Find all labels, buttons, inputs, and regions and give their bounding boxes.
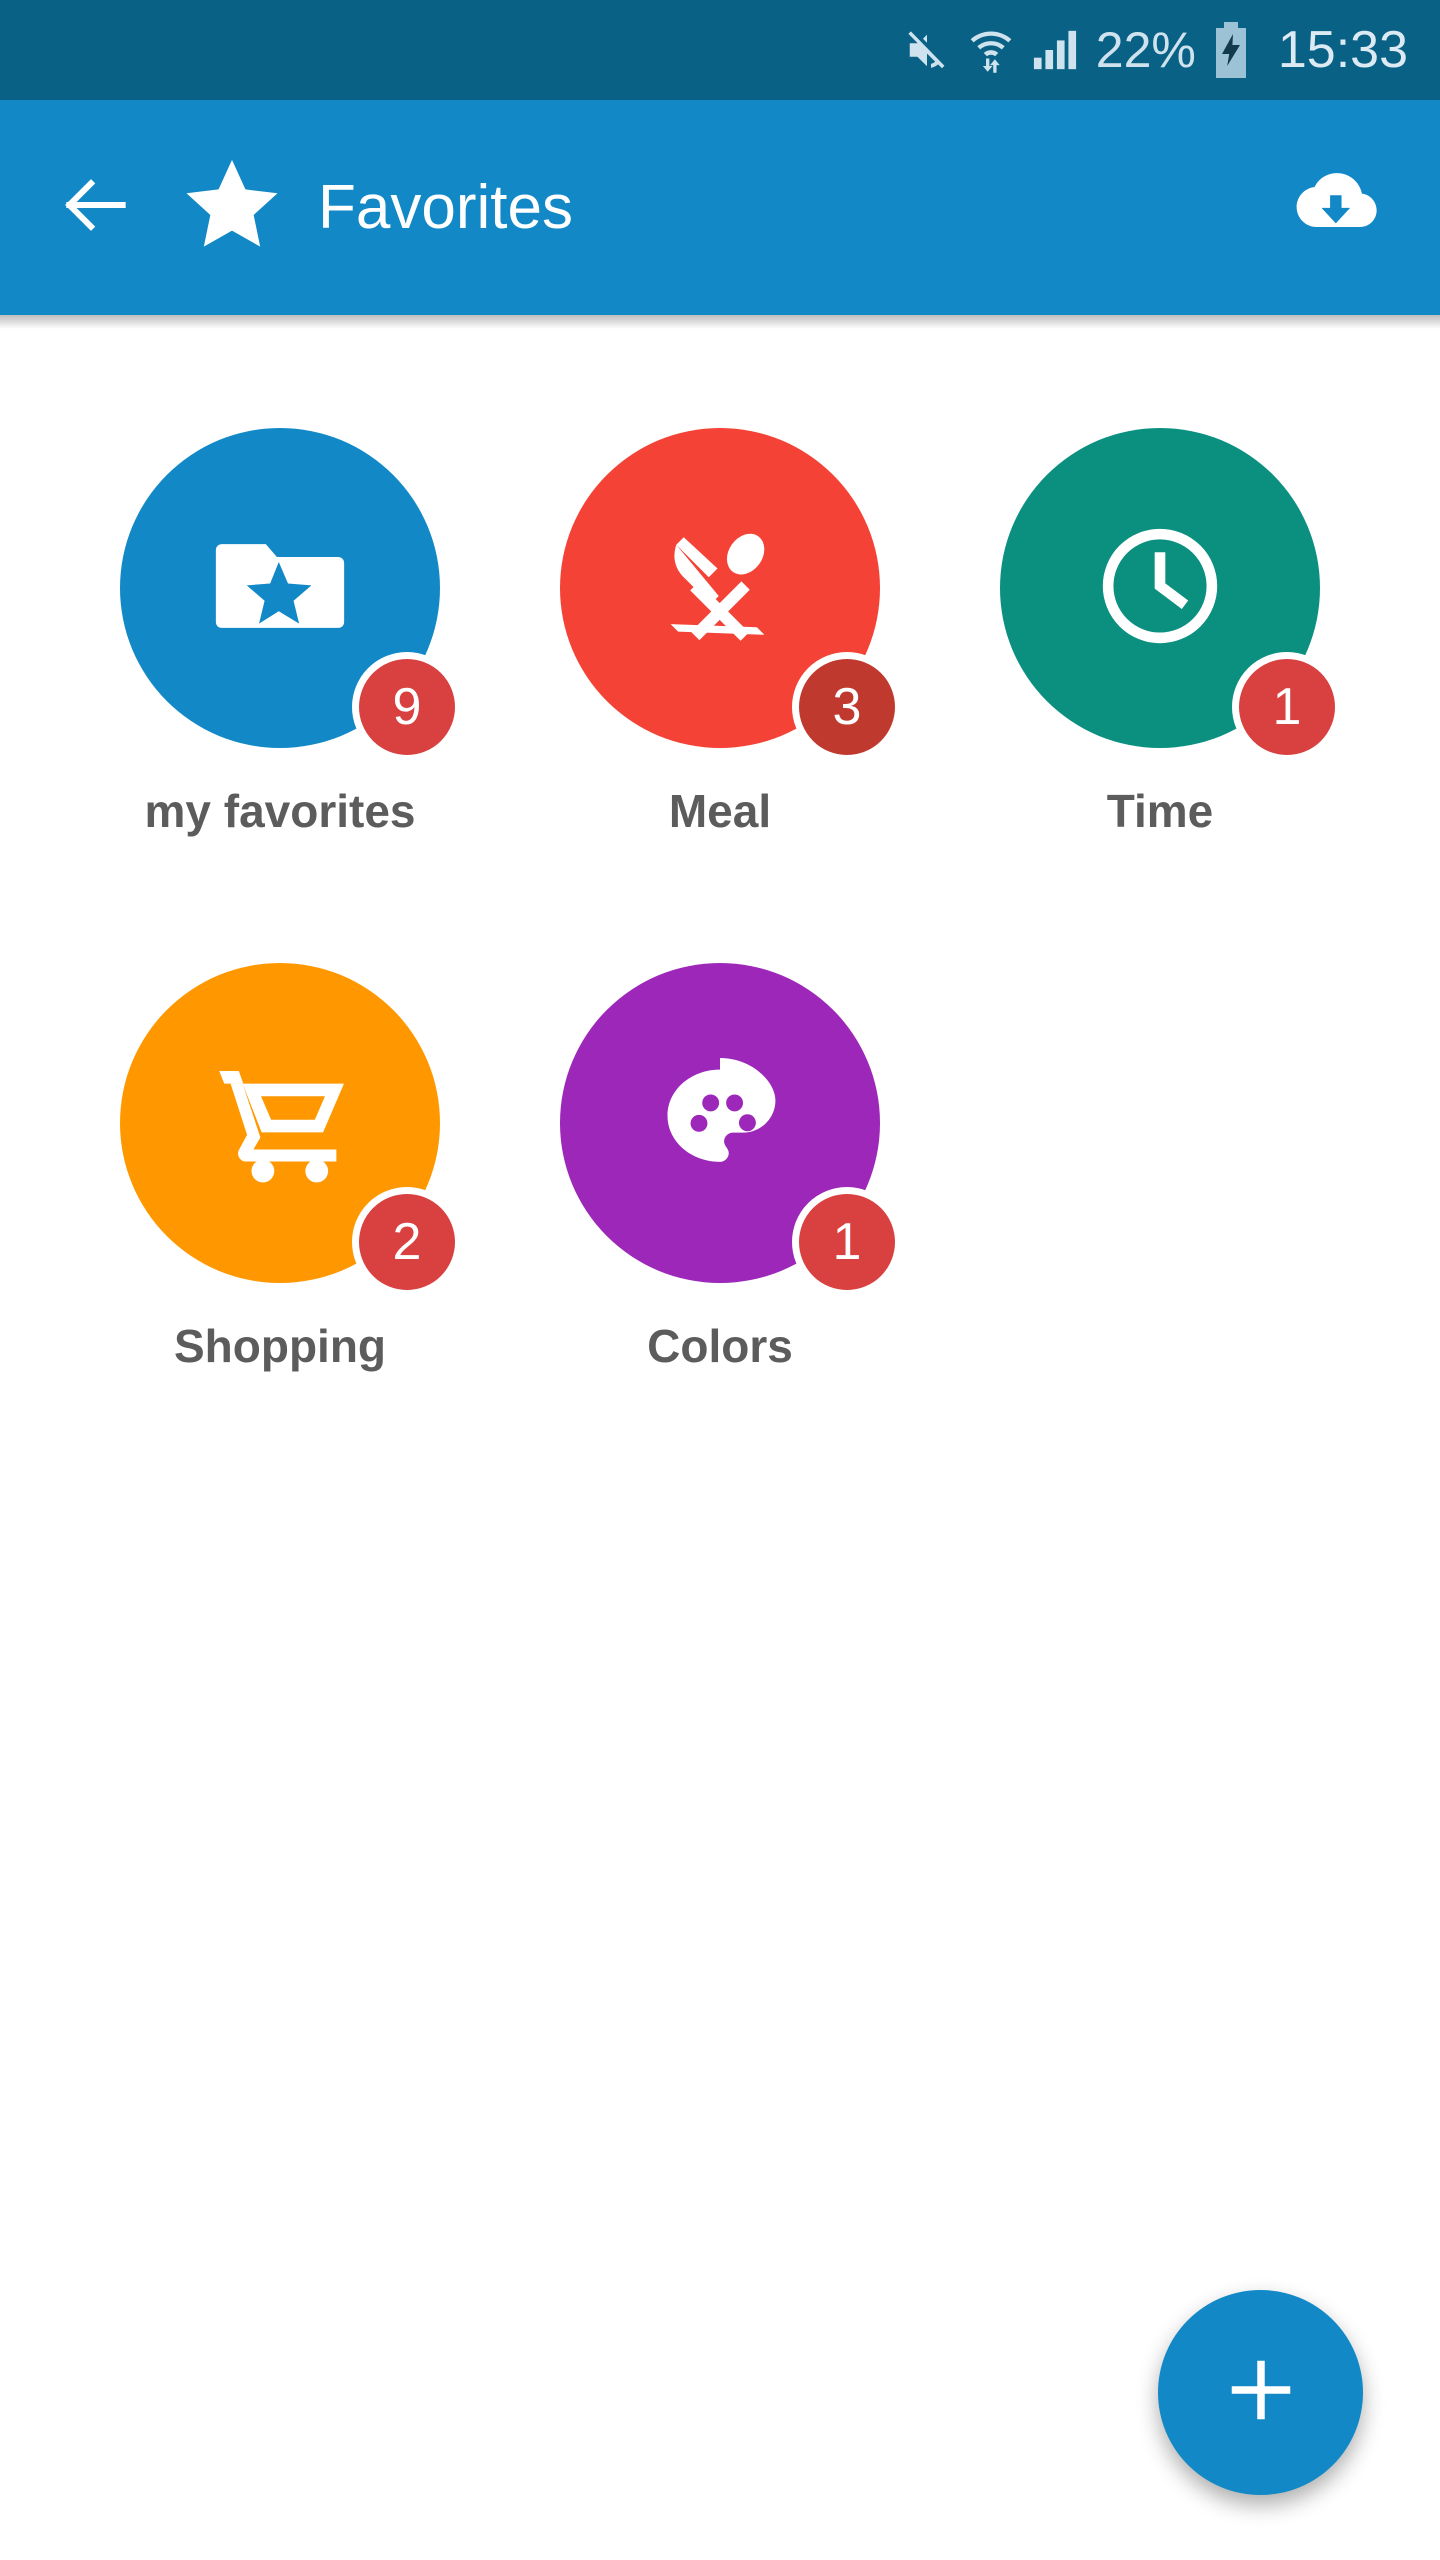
signal-bars-icon	[1032, 28, 1078, 72]
app-bar: Favorites	[0, 100, 1440, 315]
plus-icon	[1222, 2351, 1300, 2434]
status-bar-icons: 22% 15:33	[904, 22, 1408, 78]
grid-item-colors[interactable]: 1 Colors	[500, 945, 940, 1480]
grid-item-shopping[interactable]: 2 Shopping	[60, 945, 500, 1480]
grid-item-time[interactable]: 1 Time	[940, 410, 1380, 945]
badge-count: 1	[792, 1187, 902, 1297]
grid-item-label: Meal	[668, 785, 772, 837]
badge-count: 2	[352, 1187, 462, 1297]
grid-item-label: Shopping	[173, 1320, 387, 1372]
badge-count: 1	[1232, 652, 1342, 762]
favorites-star-logo	[180, 153, 284, 262]
mute-icon	[904, 27, 950, 73]
grid-item-label: Time	[1106, 785, 1214, 837]
grid-item-meal[interactable]: 3 Meal	[500, 410, 940, 945]
badge-count: 3	[792, 652, 902, 762]
palette-icon	[650, 1051, 790, 1196]
folder-star-icon	[206, 512, 354, 665]
battery-charging-icon	[1214, 22, 1248, 78]
clock-icon	[1085, 511, 1235, 666]
content-area: 9 my favorites 3 Meal 1 Time 2 Shopping …	[0, 330, 1440, 2560]
icon-circle-wrap: 1	[1000, 428, 1342, 762]
icon-circle-wrap: 2	[120, 963, 462, 1297]
grid-item-my-favorites[interactable]: 9 my favorites	[60, 410, 500, 945]
status-bar: 22% 15:33	[0, 0, 1440, 100]
add-button[interactable]	[1158, 2290, 1363, 2495]
icon-circle-wrap: 3	[560, 428, 902, 762]
icon-circle-wrap: 1	[560, 963, 902, 1297]
wifi-icon	[968, 26, 1014, 74]
app-bar-shadow	[0, 315, 1440, 329]
knife-spoon-icon	[645, 511, 795, 666]
favorites-grid: 9 my favorites 3 Meal 1 Time 2 Shopping …	[60, 410, 1380, 1480]
back-button[interactable]	[48, 160, 144, 256]
star-icon	[180, 153, 284, 262]
badge-count: 9	[352, 652, 462, 762]
grid-item-label: Colors	[647, 1320, 793, 1372]
battery-percent-label: 22%	[1095, 22, 1196, 78]
download-button[interactable]	[1280, 153, 1390, 263]
page-title: Favorites	[318, 173, 573, 242]
icon-circle-wrap: 9	[120, 428, 462, 762]
shopping-cart-icon	[204, 1045, 356, 1202]
cloud-download-icon	[1286, 156, 1384, 259]
status-bar-clock: 15:33	[1277, 21, 1408, 79]
grid-item-label: my favorites	[144, 785, 416, 837]
back-arrow-icon	[56, 165, 136, 250]
